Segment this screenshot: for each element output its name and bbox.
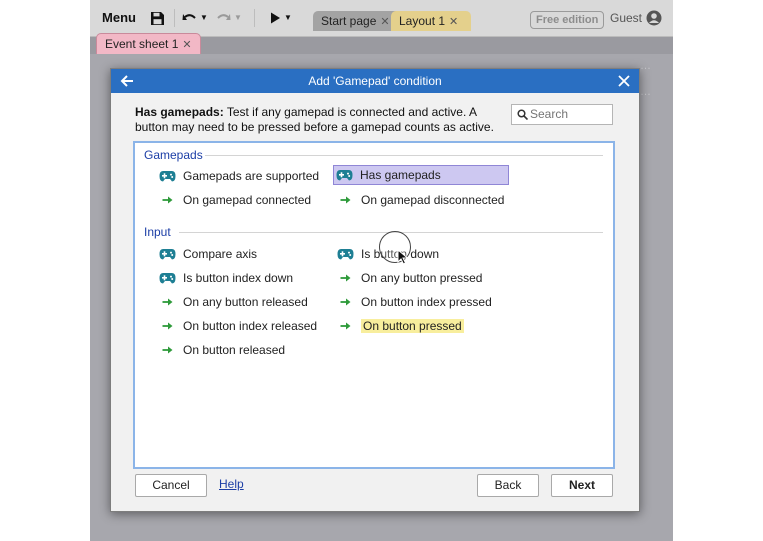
mouse-pointer-icon [397, 249, 409, 265]
add-condition-dialog: Add 'Gamepad' condition Has gamepads: Te… [110, 68, 640, 512]
item-label: On any button released [183, 295, 308, 309]
undo-icon [182, 14, 196, 20]
item-label: On button index pressed [361, 295, 492, 309]
close-icon[interactable]: ✕ [449, 16, 458, 28]
item-label: Is button index down [183, 271, 294, 285]
close-icon[interactable] [617, 72, 631, 90]
item-label: On button released [183, 343, 286, 357]
next-button[interactable]: Next [551, 474, 613, 497]
item-label: Has gamepads [360, 168, 441, 182]
search-icon [517, 109, 528, 120]
close-icon[interactable]: ✕ [182, 39, 191, 51]
item-label: Gamepads are supported [183, 169, 320, 183]
item-label: On gamepad disconnected [361, 193, 505, 207]
list-item-on-gamepad-disconnected[interactable]: On gamepad disconnected [335, 191, 504, 209]
condition-description: Has gamepads: Test if any gamepad is con… [135, 105, 505, 135]
cancel-button[interactable]: Cancel [135, 474, 207, 497]
trigger-arrow-icon [162, 298, 173, 306]
trigger-arrow-icon [340, 322, 351, 330]
trigger-arrow-icon [162, 196, 173, 204]
floppy-disk-icon [150, 11, 164, 25]
list-item-on-button-index-pressed[interactable]: On button index pressed [335, 293, 492, 311]
trigger-arrow-icon [340, 298, 351, 306]
save-button[interactable] [148, 8, 166, 28]
trigger-arrow-icon [162, 346, 173, 354]
condition-list[interactable]: Gamepads Gamepads are supported Has game… [133, 141, 615, 469]
list-item-compare-axis[interactable]: Compare axis [157, 245, 257, 263]
item-label: On gamepad connected [183, 193, 312, 207]
chevron-down-icon: ▼ [234, 13, 242, 22]
list-item-gamepads-are-supported[interactable]: Gamepads are supported [157, 167, 319, 185]
item-label: Compare axis [183, 247, 258, 261]
tab-label: Start page [321, 14, 377, 28]
gamepad-icon [159, 249, 176, 260]
gamepad-icon [159, 171, 176, 182]
preview-button[interactable]: ▼ [266, 8, 296, 28]
gamepad-icon [337, 249, 354, 260]
undo-button[interactable]: ▼ [182, 8, 208, 28]
list-item-on-any-button-pressed[interactable]: On any button pressed [335, 269, 482, 287]
list-item-on-button-released[interactable]: On button released [157, 341, 285, 359]
trigger-arrow-icon [340, 274, 351, 282]
toolbar-separator [174, 9, 175, 27]
list-item-on-any-button-released[interactable]: On any button released [157, 293, 308, 311]
user-avatar-icon[interactable] [646, 10, 662, 26]
group-title-gamepads: Gamepads [144, 148, 203, 162]
item-label: On button pressed [361, 319, 464, 333]
dialog-title: Add 'Gamepad' condition [308, 74, 442, 88]
list-item-has-gamepads[interactable]: Has gamepads [333, 165, 509, 185]
play-icon [271, 12, 281, 24]
main-toolbar: Menu ▼ ▼ ▼ Start page ✕ Layout 1 ✕ Free … [90, 0, 673, 37]
help-link[interactable]: Help [219, 477, 244, 491]
redo-button[interactable]: ▼ [214, 8, 244, 28]
tab-label: Layout 1 [399, 14, 446, 28]
user-label[interactable]: Guest [610, 11, 642, 25]
chevron-down-icon: ▼ [284, 13, 292, 22]
redo-icon [217, 14, 231, 20]
close-icon[interactable]: ✕ [380, 16, 389, 28]
list-item-on-button-pressed[interactable]: On button pressed [335, 317, 464, 335]
search-box[interactable] [511, 104, 613, 125]
gamepad-icon [159, 273, 176, 284]
group-title-input: Input [144, 225, 171, 239]
tab-event-sheet-1[interactable]: Event sheet 1 ✕ [96, 33, 201, 54]
search-input[interactable] [530, 106, 608, 122]
list-item-on-gamepad-connected[interactable]: On gamepad connected [157, 191, 311, 209]
back-button[interactable]: Back [477, 474, 539, 497]
chevron-down-icon: ▼ [200, 13, 208, 22]
list-item-is-button-index-down[interactable]: Is button index down [157, 269, 293, 287]
background-ellipsis: … [640, 60, 651, 72]
group-divider [205, 155, 603, 156]
description-title: Has gamepads: [135, 105, 224, 119]
trigger-arrow-icon [162, 322, 173, 330]
tab-label: Event sheet 1 [105, 37, 179, 51]
menu-button[interactable]: Menu [98, 8, 140, 28]
list-item-on-button-index-released[interactable]: On button index released [157, 317, 317, 335]
dialog-titlebar: Add 'Gamepad' condition [111, 69, 639, 93]
tab-layout-1[interactable]: Layout 1 ✕ [391, 11, 471, 31]
item-label: On any button pressed [361, 271, 483, 285]
tab-start-page[interactable]: Start page ✕ [313, 11, 403, 31]
edition-badge[interactable]: Free edition [530, 11, 605, 29]
item-label: On button index released [183, 319, 318, 333]
trigger-arrow-icon [340, 196, 351, 204]
gamepad-icon [336, 170, 353, 181]
toolbar-separator [254, 9, 255, 27]
background-ellipsis: … [640, 86, 651, 98]
